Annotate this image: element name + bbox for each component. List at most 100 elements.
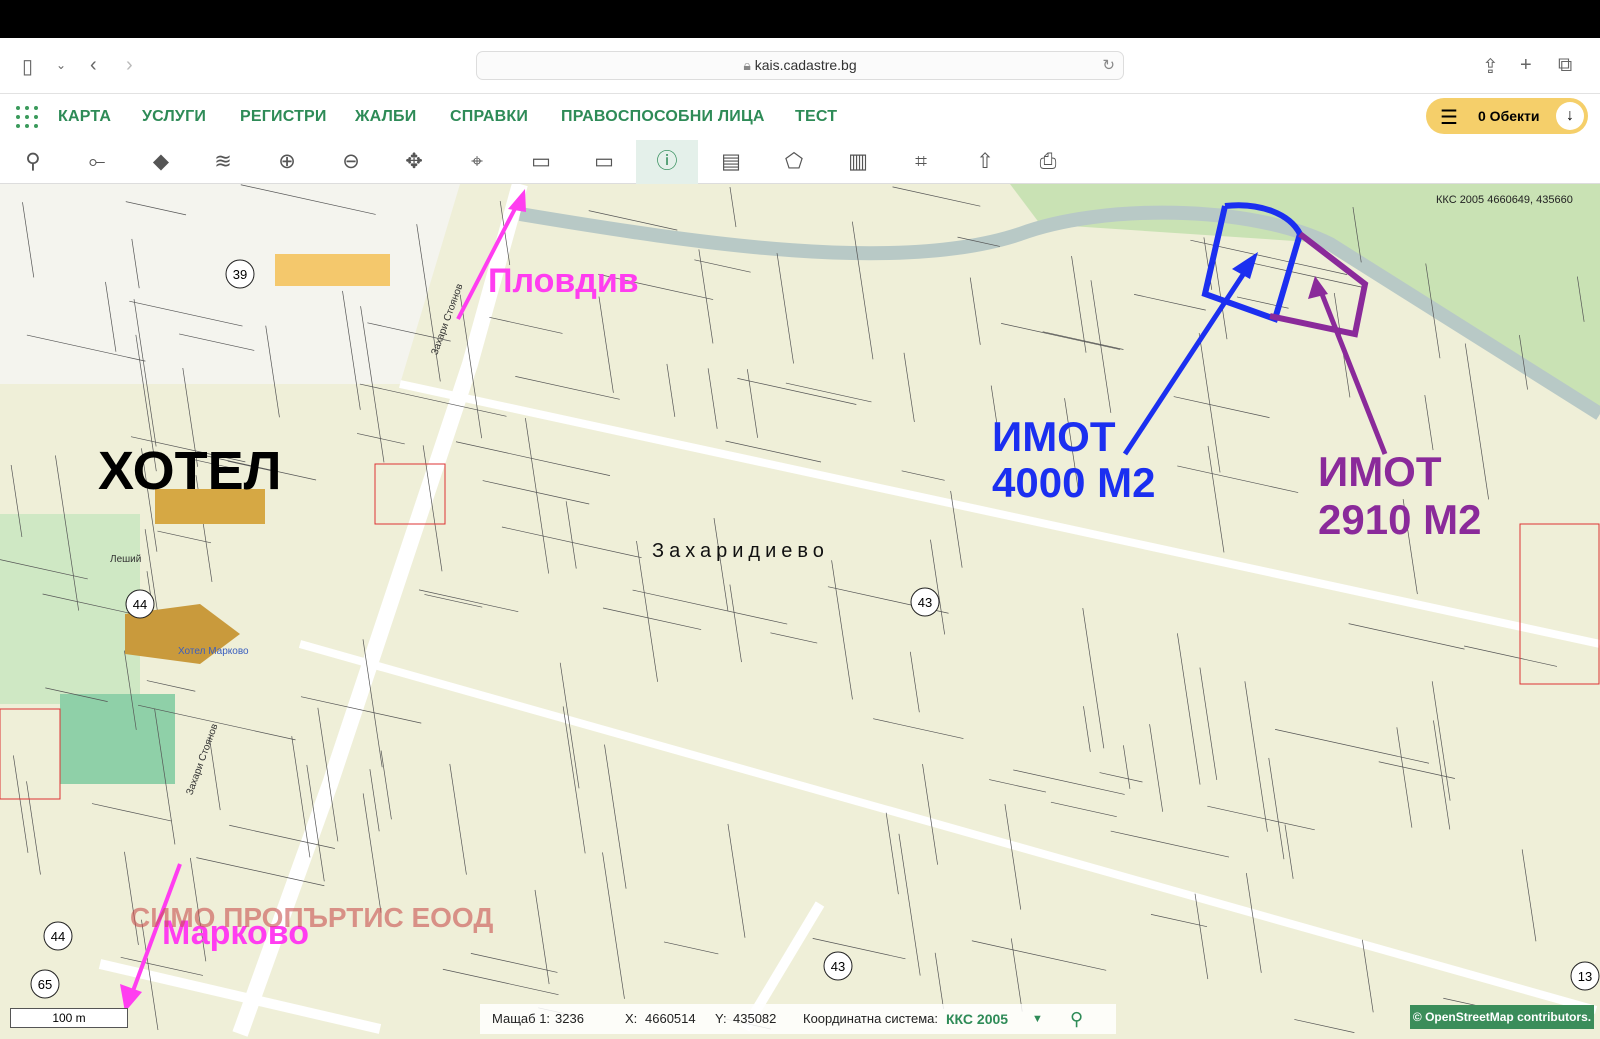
nav-zhalbi[interactable]: ЖАЛБИ [355,108,416,126]
nav-uslugi[interactable]: УСЛУГИ [142,108,206,126]
parcel-boundary [770,632,818,644]
parcel-boundary [666,363,676,417]
pool-area [60,694,175,784]
crs-label: Координатна система: [803,1011,938,1026]
search-icon[interactable]: ⚲ [2,140,64,184]
map-toolbar: ⚲ ⟜ ◆ ≋ ⊕ ⊖ ✥ ⌖ ▭ ▭ ⓘ ▤ ⬠ ▥ ⌗ ⇧ ⎙ [0,140,1600,184]
arrow-line-purple [1317,288,1388,455]
parcel-boundary [663,941,719,955]
apps-grid-icon[interactable] [16,106,38,128]
parcel-boundary [602,607,702,630]
parcel-boundary [632,589,788,625]
route-icon[interactable]: ⟜ [66,140,128,184]
parcel-boundary [969,277,981,345]
nav-karta[interactable]: КАРТА [58,108,111,126]
parcel-boundary [1431,681,1451,801]
nav-registri[interactable]: РЕГИСТРИ [240,108,327,126]
route-shield-label: 44 [133,597,147,612]
parcel-boundary [380,750,392,820]
property-2910-line1: ИМОТ [1318,448,1442,495]
polygon-icon[interactable]: ⬠ [763,140,825,184]
select-rect-icon[interactable]: ▭ [510,140,572,184]
hatched-parcel [1519,523,1600,685]
parcel-boundary [1294,1019,1355,1033]
parcel-boundary [737,378,857,405]
layer-icon[interactable]: ◆ [130,140,192,184]
arrow-head-blue [1232,252,1258,279]
nav-test[interactable]: ТЕСТ [795,108,837,126]
parcel-boundary [930,539,946,635]
crosshair-icon[interactable]: ⌗ [890,140,952,184]
label-property-4000: ИМОТ 4000 М2 [992,414,1155,506]
parcel-boundary [885,812,899,895]
print-icon[interactable]: ⎙ [1017,140,1079,184]
parcel-boundary [785,382,872,403]
parcel-boundary [729,186,737,228]
label-lesh: Леший [110,554,142,565]
pan-icon[interactable]: ✥ [383,140,445,184]
parcel-boundary [934,952,944,1009]
forward-icon[interactable]: › [126,54,133,77]
parcel-boundary [515,376,620,400]
attribution[interactable]: © OpenStreetMap contributors. [1410,1005,1594,1029]
export-icon[interactable]: ⇧ [954,140,1016,184]
deselect-rect-icon[interactable]: ▭ [573,140,635,184]
x-label: X: [625,1011,638,1026]
parcel-boundary [1521,849,1537,942]
lock-icon: 🔒︎ [743,57,755,73]
nav-spravki[interactable]: СПРАВКИ [450,108,528,126]
parcel-boundary [812,938,906,960]
parcel-boundary [157,530,212,544]
parcel-boundary [1110,830,1230,858]
crs-select[interactable]: ККС 2005 [946,1004,1008,1034]
parcel-boundary [1001,323,1121,350]
parcel-boundary [1194,893,1209,980]
parcel-boundary [489,316,563,334]
parcel-boundary [707,368,718,429]
zoom-out-icon[interactable]: ⊖ [320,140,382,184]
main-nav: КАРТА УСЛУГИ РЕГИСТРИ ЖАЛБИ СПРАВКИ ПРАВ… [0,94,1600,140]
cadastral-map[interactable]: 39 44 44 43 43 13 65 ХОТЕЛ Пловдив Марково СИМ… [0,184,1600,1039]
sidebar-toggle-icon[interactable]: ▯ [22,54,33,79]
coordinate-readout: ККС 2005 4660649, 435660 [1436,194,1573,206]
back-icon[interactable]: ‹ [90,54,97,77]
share-icon[interactable]: ⇪ [1482,54,1499,79]
parcel-boundary [892,186,981,207]
new-tab-icon[interactable]: + [1520,54,1532,77]
route-shield-label: 65 [38,977,52,992]
tabs-overview-icon[interactable]: ⧉ [1558,54,1572,77]
map-icon[interactable]: ▥ [827,140,889,184]
measure-icon[interactable]: ▤ [700,140,762,184]
parcel-boundary [291,736,311,858]
parcel-boundary [727,823,746,938]
parcel-boundary [1275,729,1430,764]
parcel-boundary [873,718,964,739]
parcel-boundary [1177,633,1201,785]
parcel-boundary [776,253,794,364]
label-company: СИМО ПРОПЪРТИС ЕООД [130,902,494,933]
dropdown-arrow-icon[interactable]: ▼ [1032,1004,1043,1034]
nav-pravosposobni-lica[interactable]: ПРАВОСПОСОБНИ ЛИЦА [561,108,765,126]
parcel-boundary [565,501,577,569]
parcel-boundary [1177,465,1299,493]
parcel-boundary [424,594,483,608]
arrow-down-icon: ↓ [1556,102,1584,130]
search-icon[interactable]: ⚲ [1070,1004,1083,1034]
chevron-down-icon[interactable]: ⌄ [56,58,66,72]
reload-icon[interactable]: ↻ [1102,52,1115,79]
pin-icon[interactable]: ⌖ [446,140,508,184]
parcel-boundary [901,470,945,481]
address-bar[interactable]: 🔒︎ kais.cadastre.bg ↻ [476,51,1124,80]
layers-icon[interactable]: ≋ [192,140,254,184]
route-shield-label: 39 [233,267,247,282]
browser-toolbar: ▯ ⌄ ‹ › 🔒︎ kais.cadastre.bg ↻ ⇪ + ⧉ [0,38,1600,94]
info-icon[interactable]: ⓘ [636,140,698,184]
parcel-boundary [903,352,915,423]
zoom-in-icon[interactable]: ⊕ [256,140,318,184]
objects-button[interactable]: ☰ 0 Обекти ↓ [1426,98,1588,134]
route-shield-label: 43 [831,959,845,974]
parcel-boundary [146,680,196,692]
parcel-boundary [13,755,29,853]
parcel-boundary [470,953,558,973]
x-value: 4660514 [645,1011,696,1026]
